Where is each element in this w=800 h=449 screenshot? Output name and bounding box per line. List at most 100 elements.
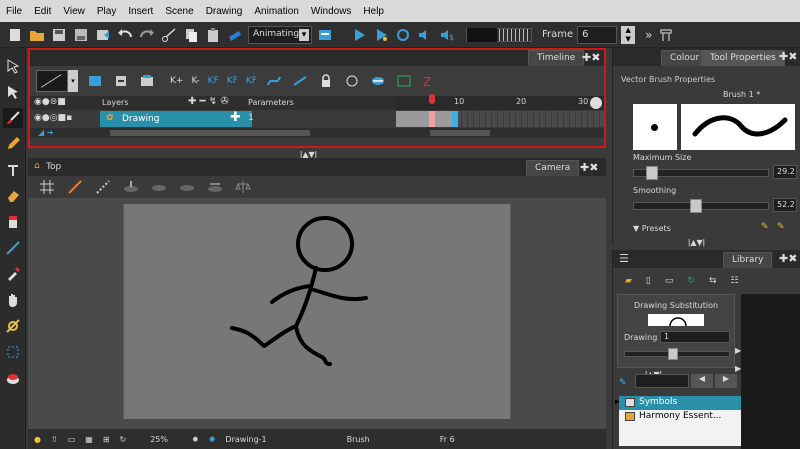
motion-path-icon[interactable] [265,72,283,90]
layer-scrollbar[interactable] [110,130,310,136]
library-refresh-icon[interactable]: ↻ [687,276,695,286]
library-page-icon[interactable]: ▭ [665,276,674,286]
status-icon-5[interactable]: ⊞ [103,435,110,444]
sound-scrub-icon[interactable]: $ [438,26,456,44]
toggle-scene-icon[interactable] [316,26,334,44]
rotate-view-icon[interactable]: ↻ [120,435,127,444]
library-menu-icon[interactable]: ☰ [619,252,629,265]
pencil-tool-icon[interactable] [3,134,23,154]
menu-animation[interactable]: Animation [248,6,304,17]
copy-icon[interactable] [182,26,200,44]
frame-input[interactable]: 6 [577,25,618,44]
playhead[interactable] [429,94,435,104]
reset-icon[interactable] [657,26,675,44]
library-search-input[interactable] [635,374,689,388]
max-size-slider[interactable] [633,166,769,180]
pencil-line-icon[interactable] [66,178,84,196]
line-tool-icon[interactable] [3,238,23,258]
ease-icon[interactable] [291,72,309,90]
max-size-knob[interactable] [646,166,658,180]
mode-select[interactable]: Animating [248,25,312,44]
preset-edit-icon[interactable]: ✎ [777,222,785,232]
layer-stack-icon-3[interactable] [178,178,196,196]
drawsub-drawing-value[interactable]: 1 [660,331,730,343]
camera-add-close[interactable]: ✚✖ [580,161,598,174]
library-prev-button[interactable]: ◀ [691,374,713,388]
paste-icon[interactable] [204,26,222,44]
import-icon[interactable] [94,26,112,44]
dotted-line-icon[interactable] [94,178,112,196]
library-next-button[interactable]: ▶ [715,374,737,388]
drawing-stage[interactable] [123,204,511,419]
layer-cells[interactable] [396,111,604,127]
contour-tool-icon[interactable] [3,82,23,102]
balance-icon[interactable] [234,178,252,196]
smoothing-value[interactable]: 52.2 [773,198,797,212]
layer-stack-icon-2[interactable] [150,178,168,196]
light-table-icon[interactable] [369,72,387,90]
library-add-close[interactable]: ✚✖ [779,252,797,265]
library-new-symbol-icon[interactable]: ▯ [646,276,651,286]
add-group-icon[interactable] [138,72,156,90]
line-style-dropdown[interactable]: ▾ [68,70,78,92]
tab-camera[interactable]: Camera [526,160,580,176]
menu-windows[interactable]: Windows [305,6,358,17]
menu-help[interactable]: Help [357,6,390,17]
timeline-add-close[interactable]: ✚✖ [582,51,600,64]
save-icon[interactable] [50,26,68,44]
open-folder-icon[interactable] [28,26,46,44]
playback-speed-knob[interactable] [467,27,497,42]
library-folder-icon[interactable]: ▰ [625,276,632,286]
selection-mode-icon[interactable] [226,26,244,44]
toolbar-more[interactable]: » [645,28,652,42]
layer-stack-icon-4[interactable] [206,178,224,196]
menu-scene[interactable]: Scene [159,6,199,17]
drawsub-thumbnail[interactable] [648,314,704,327]
menu-insert[interactable]: Insert [122,6,159,17]
tab-tool-properties[interactable]: Tool Properties [701,50,785,66]
loop-icon[interactable] [394,26,412,44]
selected-cell[interactable] [452,111,458,127]
zoom-level[interactable]: 25% [150,435,168,444]
exposed-cells[interactable] [396,111,456,127]
drawsub-knob[interactable] [668,348,678,360]
layer-visibility-icons[interactable]: ◉●⊜■ [34,97,66,107]
playback-speed-slider[interactable] [466,27,532,42]
library-preview-area[interactable] [741,294,800,449]
eraser-tool-icon[interactable] [3,186,23,206]
max-size-value[interactable]: 29.2 [773,165,797,179]
sound-icon[interactable] [416,26,434,44]
tab-timeline[interactable]: Timeline [528,50,585,66]
gear-icon[interactable]: ✹ [192,435,199,444]
cutter-tool-icon[interactable] [3,342,23,362]
text-tool-icon[interactable] [3,160,23,180]
frame-scrollbar[interactable] [430,130,490,136]
smoothing-knob[interactable] [690,199,702,213]
menu-edit[interactable]: Edit [28,6,57,17]
status-icon-4[interactable]: ▦ [85,435,93,444]
menu-play[interactable]: Play [91,6,122,17]
keyframe-b-label[interactable]: KF [227,76,238,86]
timeline-zoom-icon[interactable]: ◢ ➜ [38,128,53,137]
menu-view[interactable]: View [57,6,91,17]
dropper-tool-icon[interactable] [3,264,23,284]
add-keyframe-label[interactable]: K+ [170,76,183,86]
layer-toggles[interactable]: ◉●◎■▪ [34,113,72,123]
top-view-label[interactable]: Top [46,162,61,172]
menu-drawing[interactable]: Drawing [200,6,249,17]
current-frame-cell[interactable] [429,111,435,127]
add-peg-icon[interactable] [112,72,130,90]
cut-icon[interactable] [160,26,178,44]
remove-keyframe-label[interactable]: K- [191,76,199,86]
play-icon[interactable] [350,26,368,44]
toolprops-add-close[interactable]: ✚✖ [779,50,797,63]
home-icon[interactable]: ⌂ [34,161,40,171]
ruler-expand-icon[interactable] [590,97,602,109]
onion-skin-tool-icon[interactable] [3,368,23,388]
timeline-ruler[interactable]: 10 20 30 [396,94,604,110]
status-icon-2[interactable]: ⇧ [51,435,58,444]
menu-file[interactable]: File [0,6,28,17]
tab-library[interactable]: Library [723,252,773,268]
lock-icon[interactable] [317,72,335,90]
keyframe-c-label[interactable]: KF [246,76,257,86]
